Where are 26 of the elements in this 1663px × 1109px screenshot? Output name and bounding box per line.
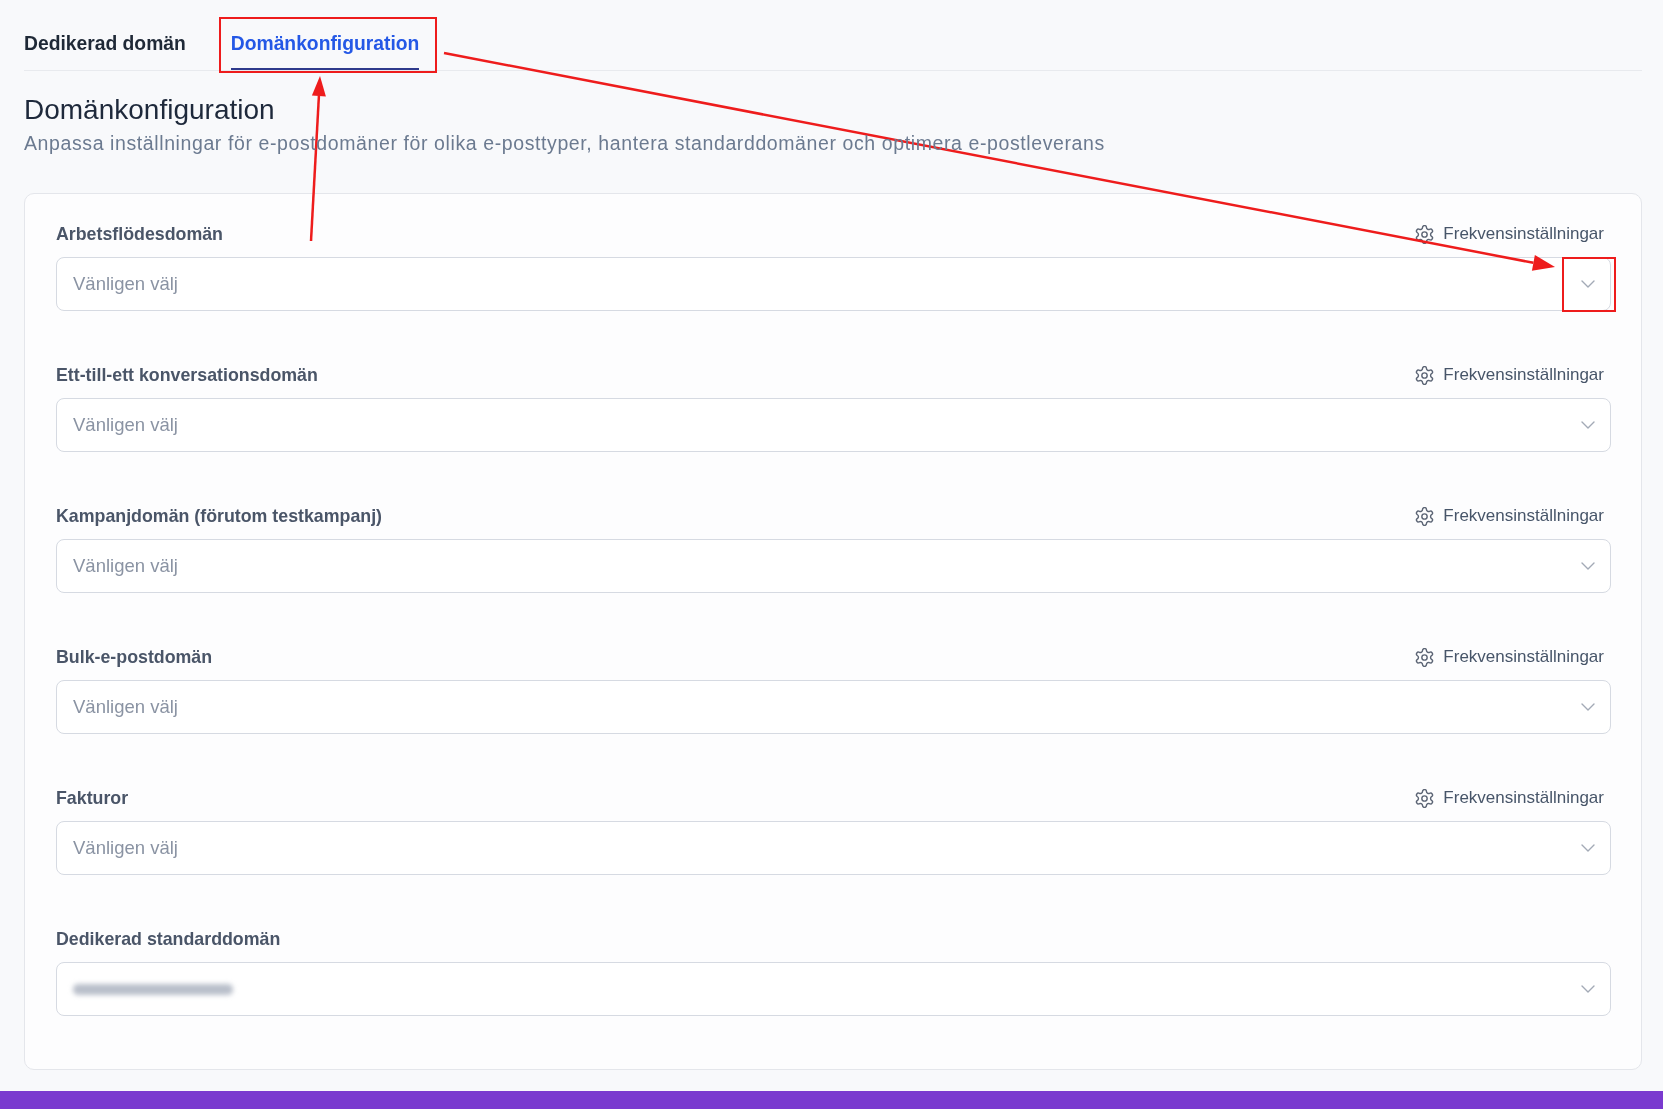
settings-link[interactable]: Frekvensinställningar: [1415, 365, 1604, 385]
chevron-down-icon: [1581, 421, 1595, 429]
tab[interactable]: Domänkonfiguration: [230, 0, 420, 70]
settings-icon: [1415, 224, 1435, 244]
settings-icon: [1415, 647, 1435, 667]
settings-link[interactable]: Frekvensinställningar: [1415, 506, 1604, 526]
chevron-down-icon: [1581, 844, 1595, 852]
tab[interactable]: Dedikerad domän: [24, 0, 186, 70]
field-label: Dedikerad standarddomän: [56, 928, 281, 950]
settings-icon: [1415, 506, 1435, 526]
field-label: Bulk-e-postdomän: [56, 646, 213, 668]
select-field[interactable]: [56, 962, 1611, 1016]
chevron-down-icon: [1581, 985, 1595, 993]
chevron-down-icon: [1581, 562, 1595, 570]
field-label: Kampanjdomän (förutom testkampanj): [56, 505, 383, 527]
settings-link[interactable]: Frekvensinställningar: [1415, 224, 1604, 244]
chevron-down-icon: [1581, 703, 1595, 711]
settings-link[interactable]: Frekvensinställningar: [1415, 788, 1604, 808]
page-title: Domänkonfiguration: [24, 94, 276, 126]
settings-icon: [1415, 365, 1435, 385]
settings-link[interactable]: Frekvensinställningar: [1415, 647, 1604, 667]
field-label: Ett-till-ett konversationsdomän: [56, 364, 318, 386]
settings-icon: [1415, 788, 1435, 808]
field-label: Fakturor: [56, 787, 129, 809]
field-label: Arbetsflödesdomän: [56, 223, 223, 245]
chevron-down-icon: [1581, 280, 1595, 288]
